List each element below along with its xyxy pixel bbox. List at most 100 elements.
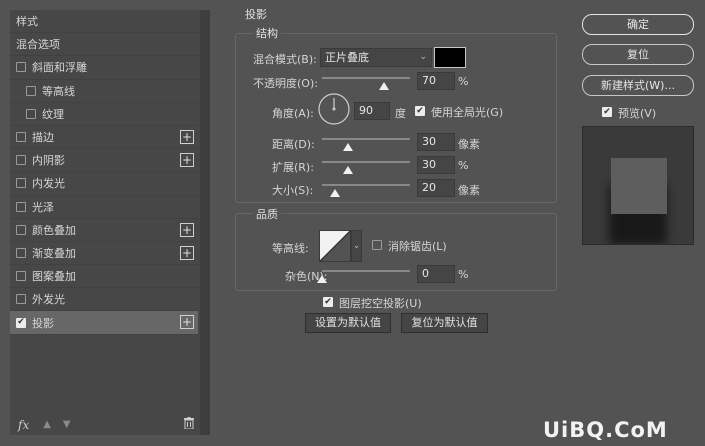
contour-preview[interactable] — [319, 230, 351, 262]
add-style-icon[interactable]: + — [180, 245, 194, 260]
reset-button[interactable]: 复位 — [582, 44, 694, 65]
style-row[interactable]: 描边 + — [10, 126, 198, 150]
shadow-color-swatch[interactable] — [434, 47, 466, 68]
knockout-checkbox[interactable]: ✔ — [323, 297, 333, 307]
ok-button[interactable]: 确定 — [582, 14, 694, 35]
style-row[interactable]: 斜面和浮雕 — [10, 56, 198, 80]
drop-shadow-title: 投影 — [245, 8, 267, 21]
preview-label[interactable]: 预览(V) — [618, 105, 656, 121]
fx-button[interactable]: fx — [18, 418, 29, 432]
add-style-icon[interactable]: + — [180, 315, 194, 330]
style-checkbox[interactable] — [16, 155, 26, 166]
noise-slider-track[interactable] — [322, 270, 410, 272]
distance-slider-knob[interactable] — [343, 143, 354, 151]
styles-header-label: 样式 — [16, 15, 38, 29]
knockout-label[interactable]: 图层挖空投影(U) — [339, 295, 422, 311]
style-checkbox[interactable] — [16, 271, 26, 282]
blend-mode-label: 混合模式(B): — [253, 53, 317, 66]
styles-header[interactable]: 样式 — [10, 10, 198, 34]
noise-slider-knob[interactable] — [317, 275, 327, 283]
style-row[interactable]: 纹理 — [10, 103, 198, 126]
style-row-label: 描边 — [32, 131, 54, 145]
reset-default-button[interactable]: 复位为默认值 — [401, 313, 488, 333]
spread-slider-track[interactable] — [322, 161, 410, 163]
quality-title: 品质 — [253, 206, 281, 222]
style-row[interactable]: 颜色叠加 + — [10, 219, 198, 242]
set-default-button[interactable]: 设置为默认值 — [305, 313, 391, 333]
angle-input[interactable]: 90 — [354, 102, 390, 120]
styles-footer: fx ▲ ▼ — [10, 414, 198, 435]
style-preview — [582, 126, 694, 245]
antialias-label[interactable]: 消除锯齿(L) — [388, 238, 447, 254]
opacity-input[interactable]: 70 — [417, 72, 455, 90]
global-light-label[interactable]: 使用全局光(G) — [431, 104, 503, 120]
style-row-label: 图案叠加 — [32, 270, 76, 284]
noise-input[interactable]: 0 — [417, 265, 455, 283]
style-row[interactable]: 内阴影 + — [10, 149, 198, 173]
style-row-label: 等高线 — [42, 84, 75, 98]
distance-slider-track[interactable] — [322, 138, 410, 140]
style-row-label: 内发光 — [32, 177, 65, 191]
angle-unit: 度 — [395, 107, 406, 120]
chevron-down-icon: ⌄ — [352, 241, 361, 251]
new-style-button[interactable]: 新建样式(W)... — [582, 75, 694, 96]
spread-slider-knob[interactable] — [343, 166, 354, 174]
style-checkbox[interactable] — [16, 201, 26, 212]
style-row-label: 外发光 — [32, 293, 65, 307]
arrow-down-icon[interactable]: ▼ — [63, 419, 71, 430]
style-row-label: 投影 — [32, 316, 54, 330]
spread-input[interactable]: 30 — [417, 156, 455, 174]
global-light-checkbox[interactable]: ✔ — [415, 106, 425, 116]
style-checkbox[interactable] — [16, 178, 26, 189]
add-style-icon[interactable]: + — [180, 129, 194, 144]
add-style-icon[interactable]: + — [180, 222, 194, 237]
chevron-down-icon: ⌄ — [419, 52, 427, 62]
style-checkbox[interactable] — [26, 108, 36, 119]
style-checkbox[interactable] — [16, 224, 26, 235]
size-slider-knob[interactable] — [330, 189, 341, 197]
blend-mode-value: 正片叠底 — [325, 51, 369, 64]
opacity-unit: % — [458, 75, 469, 88]
size-input[interactable]: 20 — [417, 179, 455, 197]
spread-label: 扩展(R): — [272, 161, 314, 174]
opacity-label: 不透明度(O): — [253, 77, 318, 90]
style-row[interactable]: 等高线 — [10, 80, 198, 103]
style-row-label: 斜面和浮雕 — [32, 61, 87, 75]
style-checkbox[interactable] — [16, 247, 26, 258]
style-checkbox[interactable] — [26, 85, 36, 96]
styles-list: 样式 混合选项斜面和浮雕等高线纹理描边 + 内阴影 + 内发光光泽 颜色叠加 + 渐变叠加 + 图… — [10, 10, 198, 335]
style-row[interactable]: 外发光 — [10, 288, 198, 312]
style-row[interactable]: 混合选项 — [10, 33, 198, 57]
style-row[interactable]: 渐变叠加 + — [10, 242, 198, 266]
noise-unit: % — [458, 268, 469, 281]
style-row[interactable]: ✔ 投影 + — [10, 311, 198, 335]
style-checkbox[interactable] — [16, 132, 26, 143]
style-row-label: 混合选项 — [16, 38, 60, 52]
distance-input[interactable]: 30 — [417, 133, 455, 151]
add-style-icon[interactable]: + — [180, 153, 194, 168]
arrow-up-icon[interactable]: ▲ — [43, 419, 51, 430]
antialias-checkbox[interactable] — [372, 240, 382, 250]
style-row-label: 纹理 — [42, 107, 64, 121]
angle-label: 角度(A): — [272, 107, 314, 120]
angle-dial[interactable] — [318, 93, 350, 125]
style-row[interactable]: 光泽 — [10, 196, 198, 219]
preview-checkbox[interactable]: ✔ — [602, 107, 612, 117]
size-unit: 像素 — [458, 184, 480, 197]
style-row[interactable]: 图案叠加 — [10, 265, 198, 289]
distance-label: 距离(D): — [272, 138, 315, 151]
trash-icon[interactable] — [184, 417, 194, 432]
blend-mode-dropdown[interactable]: 正片叠底 ⌄ — [320, 48, 432, 67]
structure-title: 结构 — [253, 25, 281, 41]
opacity-slider-track[interactable] — [322, 77, 410, 79]
style-checkbox[interactable] — [16, 294, 26, 305]
styles-scrollbar[interactable] — [200, 10, 210, 435]
distance-unit: 像素 — [458, 138, 480, 151]
style-row-label: 内阴影 — [32, 154, 65, 168]
opacity-slider-knob[interactable] — [378, 82, 389, 90]
style-checkbox[interactable]: ✔ — [16, 317, 26, 328]
style-row[interactable]: 内发光 — [10, 172, 198, 196]
style-checkbox[interactable] — [16, 62, 26, 73]
size-slider-track[interactable] — [322, 184, 410, 186]
contour-dropdown[interactable]: ⌄ — [351, 230, 362, 262]
